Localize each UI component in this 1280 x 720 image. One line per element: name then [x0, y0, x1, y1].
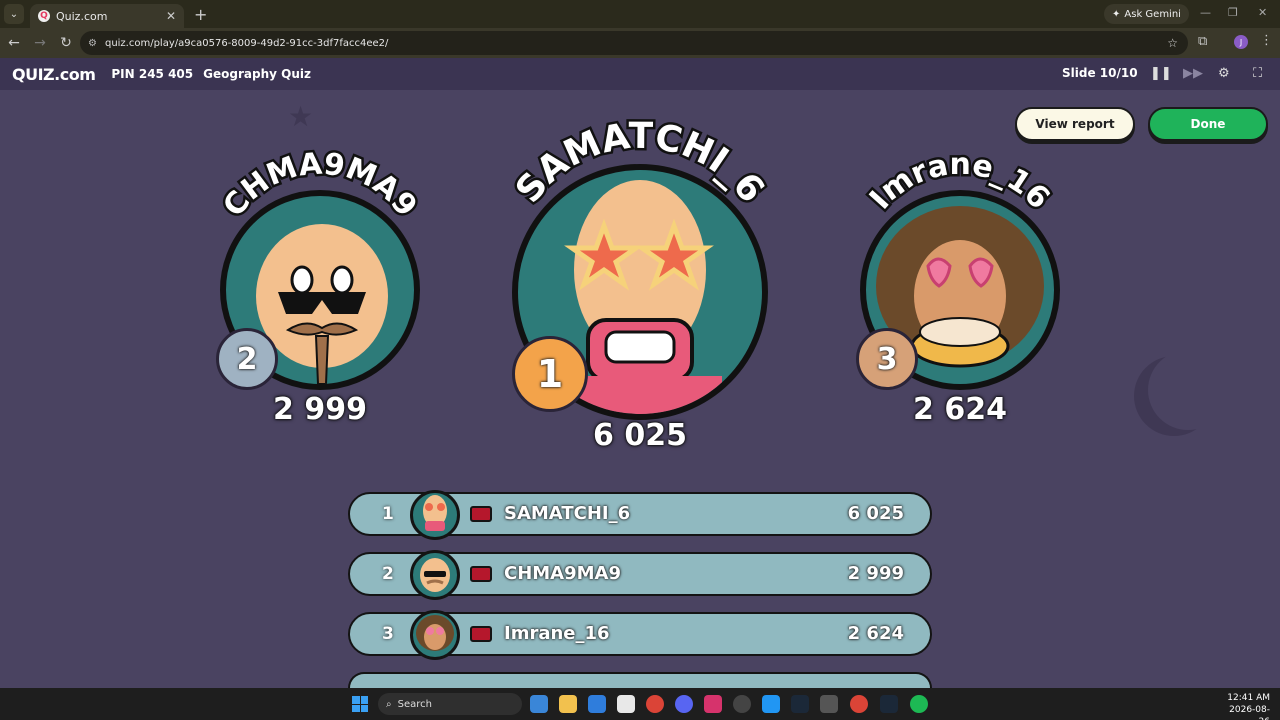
row-avatar: [410, 610, 460, 660]
star-glasses-avatar-icon: [423, 495, 447, 531]
mustache-avatar-icon: [420, 558, 450, 592]
medal-first-badge: 1: [512, 336, 588, 412]
capcut-app-icon[interactable]: [820, 695, 838, 713]
reload-icon[interactable]: ↻: [54, 35, 78, 51]
forward-arrow-icon[interactable]: →: [28, 35, 52, 51]
podium-score: 6 025: [593, 418, 687, 453]
row-player-name: CHMA9MA9: [504, 563, 622, 584]
windows-taskbar: ⌕ Search 12:41 AM 2026-08-26: [0, 688, 1280, 720]
widgets-app-icon[interactable]: [530, 695, 548, 713]
maximize-icon[interactable]: ❐: [1228, 6, 1238, 19]
steam-app-icon[interactable]: [791, 695, 809, 713]
fullscreen-icon[interactable]: ⛶: [1253, 66, 1262, 81]
instagram-app-icon[interactable]: [704, 695, 722, 713]
bookmark-star-icon[interactable]: ☆: [1167, 36, 1178, 50]
row-avatar: [410, 550, 460, 600]
country-flag-icon: [470, 506, 492, 522]
ask-gemini-label: Ask Gemini: [1124, 8, 1181, 20]
quiz-header: QUIZ.com PIN 245 405 Geography Quiz Slid…: [0, 58, 1280, 90]
back-arrow-icon[interactable]: ←: [2, 35, 26, 51]
tab-title: Quiz.com: [56, 9, 108, 23]
skip-forward-icon[interactable]: ▶▶: [1183, 66, 1203, 81]
taskbar-search[interactable]: ⌕ Search: [378, 693, 522, 715]
system-clock[interactable]: 12:41 AM 2026-08-26: [1222, 692, 1270, 720]
quiz-logo[interactable]: QUIZ.com: [12, 65, 96, 84]
spotify-app-icon[interactable]: [910, 695, 928, 713]
tab-search-icon[interactable]: ⌄: [4, 4, 24, 24]
row-rank: 1: [382, 504, 394, 524]
close-tab-icon[interactable]: ✕: [166, 9, 176, 23]
podium-score: 2 999: [273, 392, 367, 427]
steam-secondary-app-icon[interactable]: [880, 695, 898, 713]
url-text: quiz.com/play/a9ca0576-8009-49d2-91cc-3d…: [104, 37, 389, 49]
row-rank: 3: [382, 624, 394, 644]
discord-app-icon[interactable]: [675, 695, 693, 713]
gemini-sparkle-icon: ✦: [1112, 8, 1121, 20]
medal-third-badge: 3: [856, 328, 918, 390]
background-star-icon: ★: [288, 100, 314, 133]
slide-counter: Slide 10/10: [1062, 66, 1138, 80]
row-avatar: [410, 490, 460, 540]
leaderboard-row: 1 SAMATCHI_6 6 025: [348, 490, 932, 540]
new-tab-button[interactable]: +: [194, 5, 207, 24]
heart-glasses-avatar-icon: [416, 615, 454, 651]
browser-menu-icon[interactable]: ⋮: [1260, 33, 1273, 48]
podium-second-place: CHMA9MA9 2 2 999: [200, 144, 440, 440]
minimize-icon[interactable]: —: [1200, 6, 1211, 19]
pause-icon[interactable]: ❚❚: [1150, 66, 1172, 81]
ask-gemini-button[interactable]: ✦ Ask Gemini: [1104, 4, 1189, 24]
done-button[interactable]: Done: [1148, 107, 1268, 141]
chrome-active-app-icon[interactable]: [850, 695, 868, 713]
chrome-app-icon[interactable]: [646, 695, 664, 713]
podium-first-place: SAMATCHI_6 1 6 025: [490, 113, 790, 460]
profile-avatar[interactable]: J: [1234, 35, 1248, 49]
background-moon-icon: [1148, 350, 1228, 430]
row-player-name: SAMATCHI_6: [504, 503, 631, 524]
taskbar-search-placeholder: Search: [397, 698, 432, 710]
country-flag-icon: [470, 566, 492, 582]
leaderboard-row: 2 CHMA9MA9 2 999: [348, 550, 932, 600]
site-info-icon[interactable]: ⚙: [88, 38, 97, 49]
browser-tab-bar: ⌄ Q Quiz.com ✕ + ✦ Ask Gemini — ❐ ✕: [0, 0, 1280, 28]
search-icon: ⌕: [386, 698, 392, 710]
podium-score: 2 624: [913, 392, 1007, 427]
windows-start-icon[interactable]: [352, 696, 368, 712]
leaderboard-row-partial: [348, 672, 932, 688]
view-report-button[interactable]: View report: [1015, 107, 1135, 141]
medal-second-badge: 2: [216, 328, 278, 390]
row-player-name: Imrane_16: [504, 623, 610, 644]
clock-date: 2026-08-26: [1229, 705, 1270, 720]
browser-toolbar: ← → ↻ ⚙ quiz.com/play/a9ca0576-8009-49d2…: [0, 28, 1280, 58]
file-explorer-icon[interactable]: [559, 695, 577, 713]
settings-gear-icon[interactable]: ⚙: [1218, 66, 1230, 81]
quiz-favicon-icon: Q: [38, 10, 50, 22]
address-bar[interactable]: ⚙ quiz.com/play/a9ca0576-8009-49d2-91cc-…: [80, 31, 1188, 55]
country-flag-icon: [470, 626, 492, 642]
mail-app-icon[interactable]: [588, 695, 606, 713]
photos-app-icon[interactable]: [762, 695, 780, 713]
close-window-icon[interactable]: ✕: [1258, 6, 1267, 19]
chatgpt-app-icon[interactable]: [733, 695, 751, 713]
row-rank: 2: [382, 564, 394, 584]
clock-time: 12:41 AM: [1227, 693, 1270, 703]
game-pin: PIN 245 405: [111, 67, 194, 81]
row-player-score: 2 624: [847, 623, 904, 644]
row-player-score: 2 999: [847, 563, 904, 584]
extensions-icon[interactable]: ⧉: [1198, 34, 1207, 49]
quiz-name: Geography Quiz: [203, 67, 311, 81]
leaderboard-row: 3 Imrane_16 2 624: [348, 610, 932, 660]
store-app-icon[interactable]: [617, 695, 635, 713]
row-player-score: 6 025: [847, 503, 904, 524]
podium-third-place: Imrane_16 3 2 624: [840, 145, 1080, 440]
browser-tab[interactable]: Q Quiz.com ✕: [30, 4, 184, 28]
